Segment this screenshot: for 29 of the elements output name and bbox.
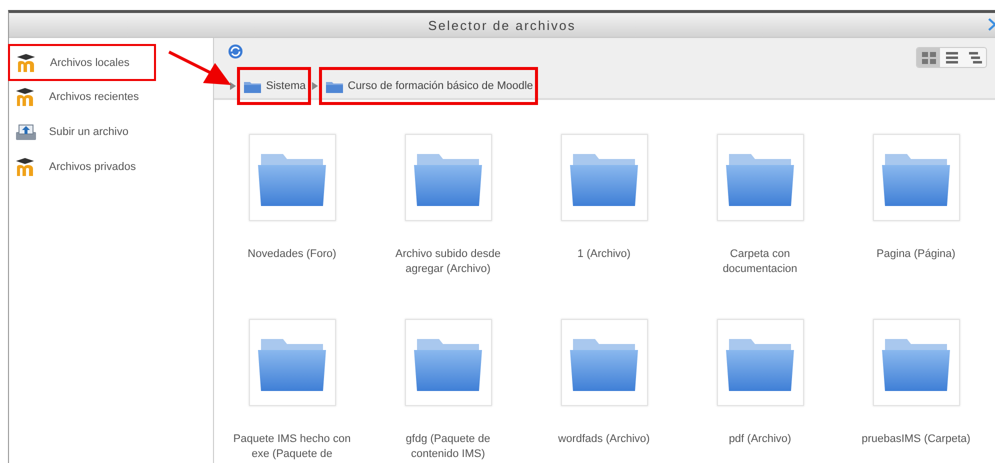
folder-icon (326, 80, 343, 92)
separator-arrow-icon (312, 82, 318, 90)
file-item[interactable]: pruebasIMS (Carpeta) (838, 319, 994, 463)
upload-icon (13, 122, 39, 142)
list-view-icon (944, 50, 960, 64)
file-item[interactable]: gfdg (Paquete de contenido IMS) (370, 319, 526, 463)
close-icon[interactable] (988, 18, 995, 31)
file-item[interactable]: Carpeta con documentacion (682, 134, 838, 319)
grid-view-icon (920, 50, 936, 64)
tree-view-icon (966, 50, 982, 64)
breadcrumb-link[interactable]: Curso de formación básico de Moodle (322, 70, 536, 102)
sidebar-item[interactable]: Archivos privados (9, 149, 213, 184)
file-item[interactable]: wordfads (Archivo) (526, 319, 682, 463)
view-switcher[interactable] (916, 47, 987, 68)
breadcrumb-link[interactable]: Sistema (240, 70, 308, 102)
file-item[interactable]: Paquete IMS hecho con exe (Paquete de (214, 319, 370, 463)
sidebar-item[interactable]: Archivos recientes (9, 79, 213, 114)
file-item[interactable]: Archivo subido desde agregar (Archivo) (370, 134, 526, 319)
file-item[interactable]: Pagina (Página) (838, 134, 994, 319)
file-item[interactable]: 1 (Archivo) (526, 134, 682, 319)
window-title: Selector de archivos (428, 18, 576, 32)
refresh-icon[interactable] (227, 43, 244, 60)
file-item[interactable]: pdf (Archivo) (682, 319, 838, 463)
folder-icon (244, 80, 261, 92)
sidebar-item[interactable]: Archivos locales (10, 46, 154, 79)
view-button[interactable] (917, 48, 940, 67)
file-item[interactable]: Novedades (Foro) (214, 134, 370, 319)
separator-arrow-icon (230, 82, 236, 90)
sidebar-item[interactable]: Subir un archivo (9, 114, 213, 149)
